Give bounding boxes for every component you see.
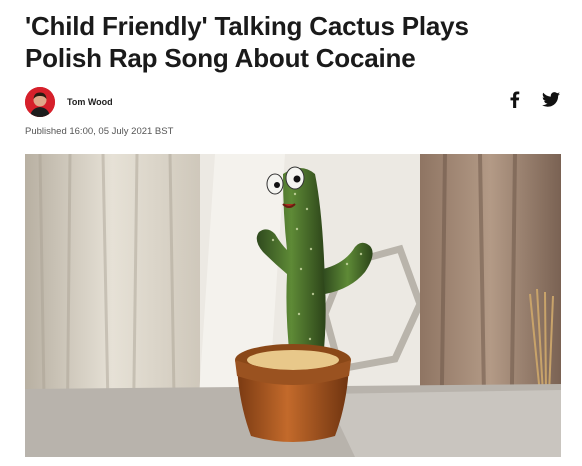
published-timestamp: Published 16:00, 05 July 2021 BST bbox=[25, 126, 174, 137]
headline-line-1: 'Child Friendly' Talking Cactus Plays bbox=[25, 11, 469, 41]
video-frame-image bbox=[25, 154, 561, 457]
byline: Tom Wood bbox=[25, 86, 560, 118]
headline-line-2: Polish Rap Song About Cocaine bbox=[25, 43, 416, 73]
article-headline: 'Child Friendly' Talking Cactus Plays Po… bbox=[25, 10, 565, 74]
twitter-icon[interactable] bbox=[542, 92, 560, 112]
facebook-icon[interactable] bbox=[509, 91, 520, 113]
author-name[interactable]: Tom Wood bbox=[67, 97, 113, 107]
author-avatar[interactable] bbox=[25, 87, 55, 117]
article-video[interactable] bbox=[25, 154, 561, 457]
share-buttons bbox=[509, 91, 560, 113]
